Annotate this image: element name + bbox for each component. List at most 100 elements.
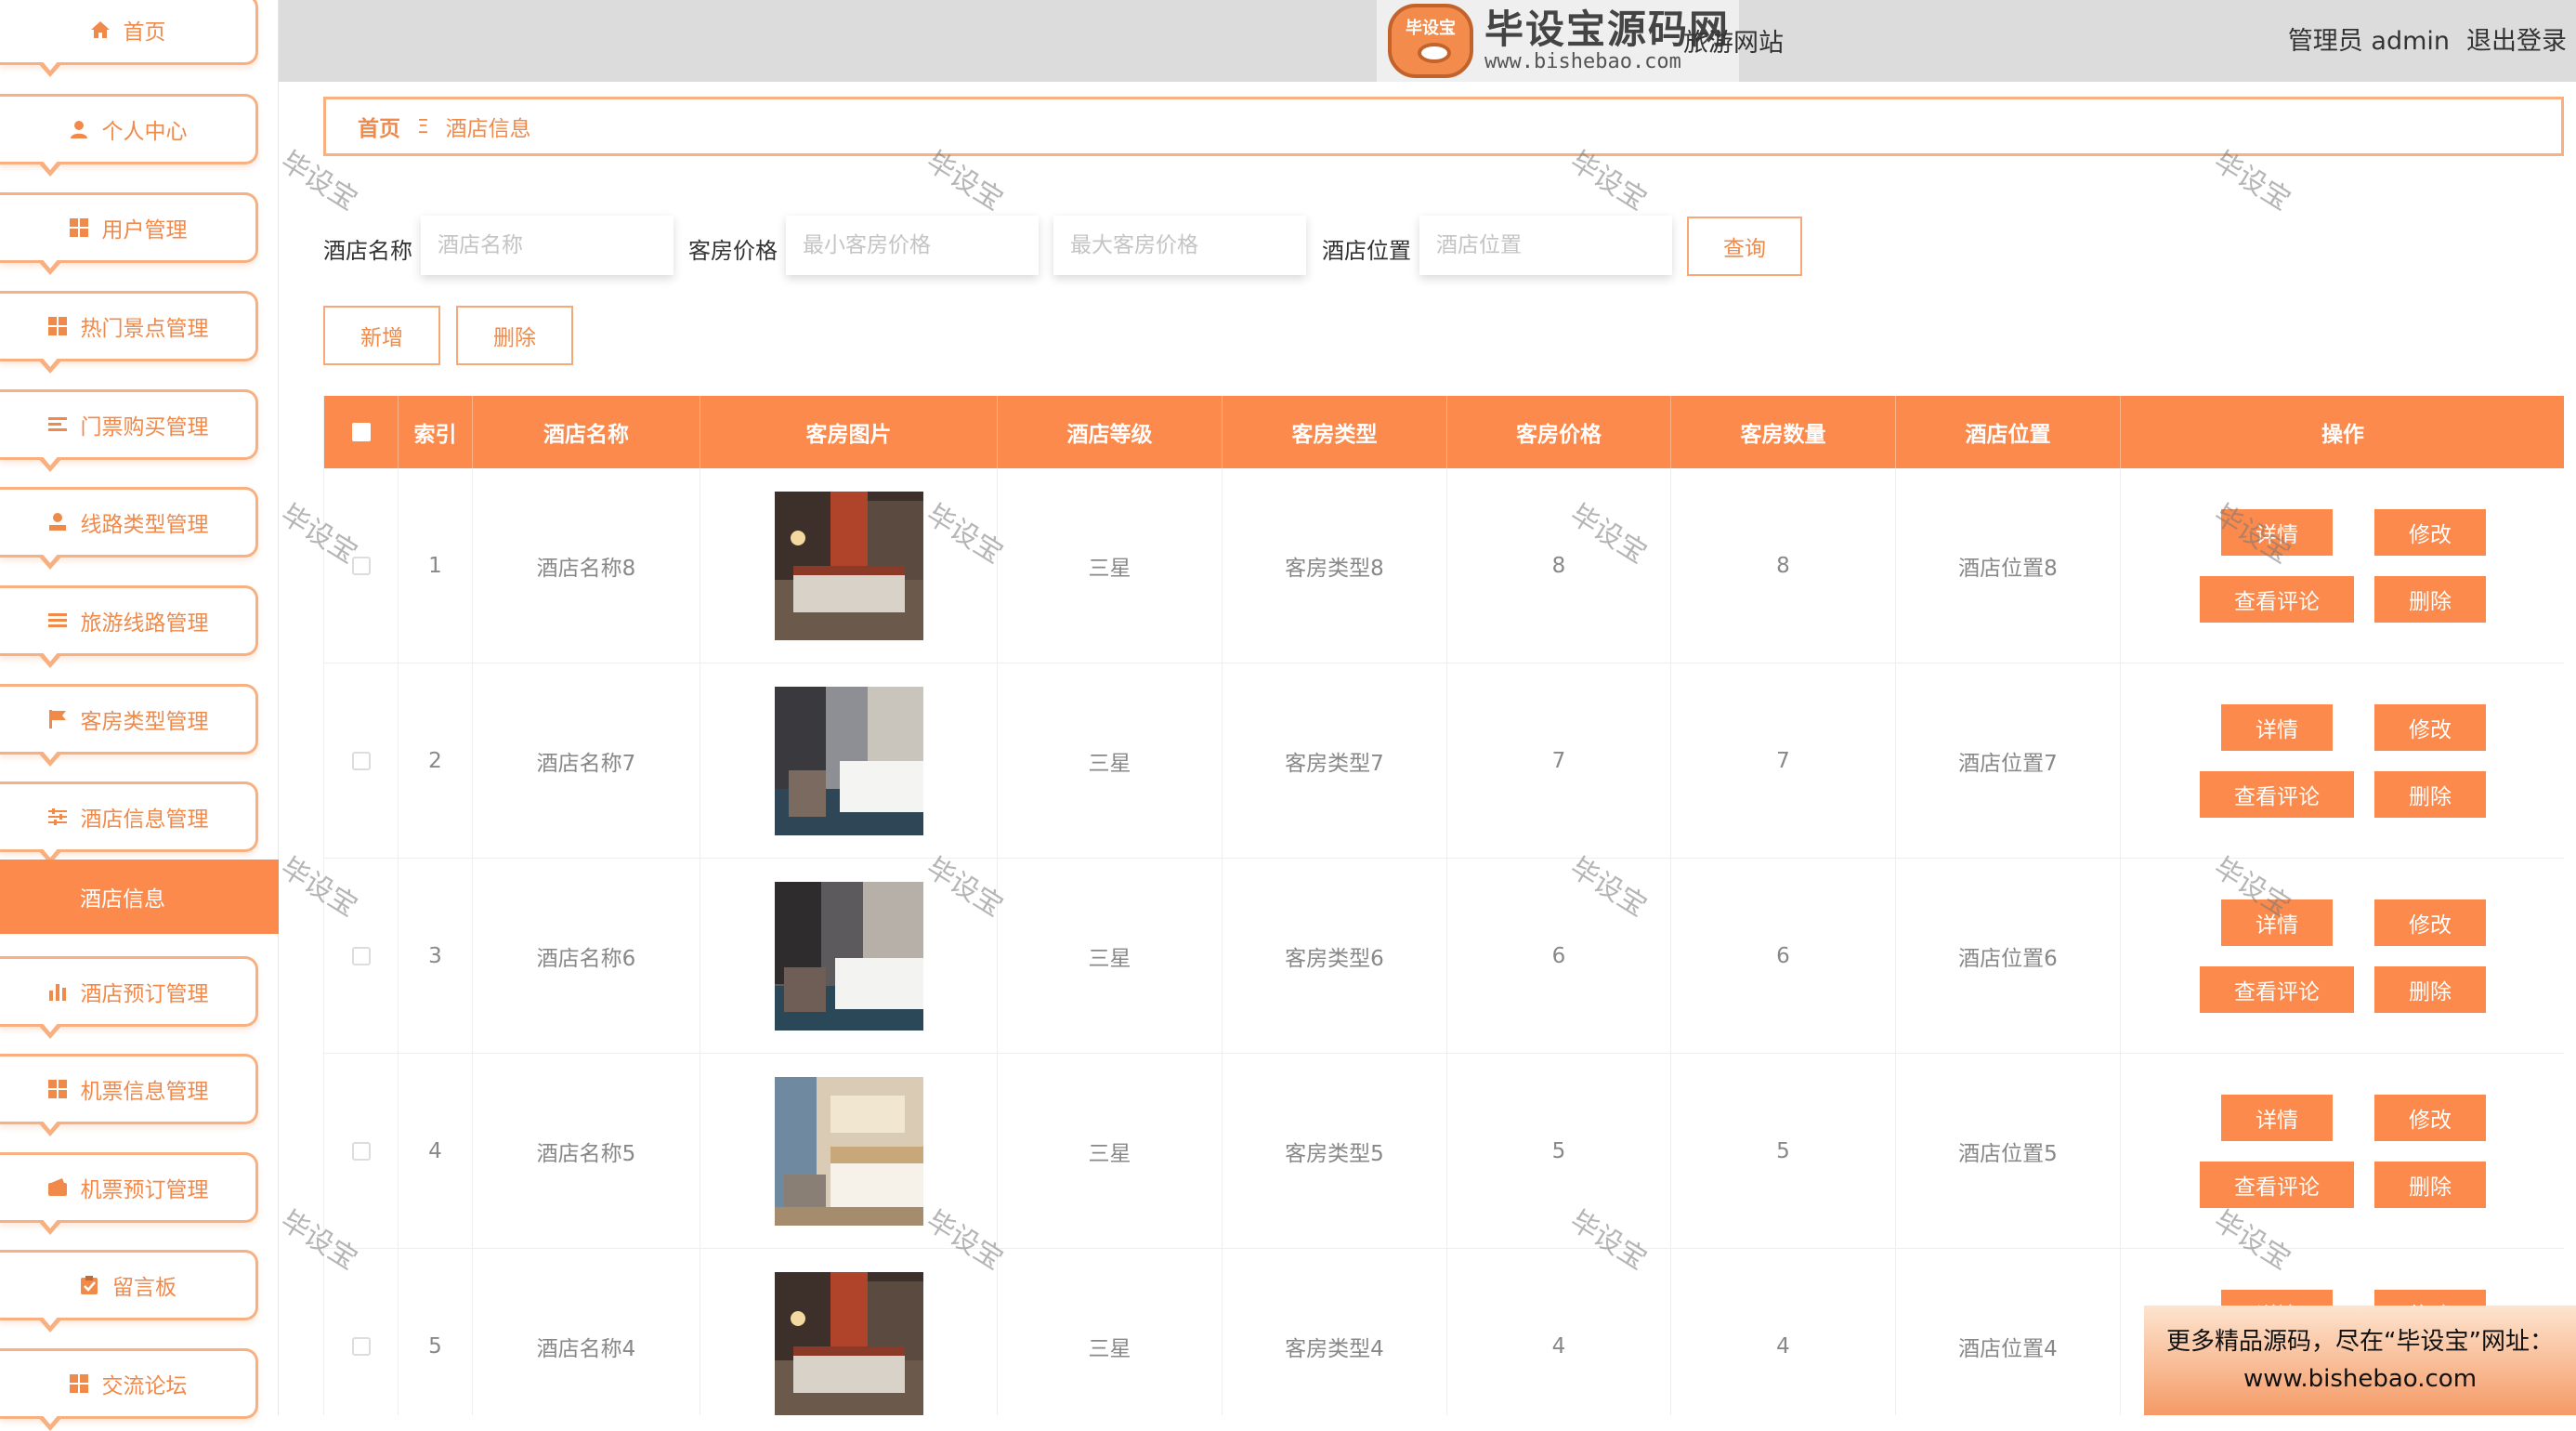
sidebar-item-label: 热门景点管理 — [80, 317, 209, 341]
logo-badge-text: 毕设宝 — [1406, 19, 1456, 38]
hotel-name-cell: 酒店名称6 — [473, 859, 700, 1054]
row-checkbox[interactable] — [351, 752, 371, 770]
hotel-location-cell: 酒店位置7 — [1896, 663, 2121, 859]
table-header: 索引 酒店名称 客房图片 酒店等级 客房类型 客房价格 客房数量 酒店位置 操作 — [324, 396, 2564, 468]
query-button[interactable]: 查询 — [1687, 217, 1802, 276]
column-header: 酒店名称 — [473, 396, 700, 468]
room-image[interactable] — [774, 882, 923, 1031]
detail-button[interactable]: 详情 — [2221, 1095, 2333, 1141]
detail-button[interactable]: 详情 — [2221, 704, 2333, 751]
sidebar-item-flight-booking[interactable]: 机票预订管理 — [0, 1152, 258, 1235]
sidebar-item-label: 首页 — [123, 20, 166, 45]
sidebar-item-routes[interactable]: 旅游线路管理 — [0, 585, 258, 668]
sidebar-item-route-types[interactable]: 线路类型管理 — [0, 487, 258, 570]
row-index: 4 — [399, 1054, 473, 1249]
room-count-cell: 6 — [1671, 859, 1896, 1054]
table-row: 3 酒店名称6 三星 客房类型6 6 6 酒店位置6 详情 修改 查看评论 删除 — [324, 859, 2564, 1054]
breadcrumb-home[interactable]: 首页 — [358, 111, 400, 142]
logo-badge-icon: 毕设宝 — [1388, 4, 1473, 78]
list-icon — [47, 414, 68, 435]
row-index: 1 — [399, 468, 473, 663]
sidebar-item-tickets[interactable]: 门票购买管理 — [0, 389, 258, 472]
room-type-cell: 客房类型5 — [1223, 1054, 1447, 1249]
sidebar-item-label: 个人中心 — [101, 120, 188, 144]
breadcrumb: 首页 Ξ 酒店信息 — [323, 97, 2564, 156]
view-comments-button[interactable]: 查看评论 — [2200, 771, 2354, 818]
sidebar-item-label: 机票预订管理 — [80, 1178, 209, 1202]
min-price-input[interactable] — [786, 216, 1039, 275]
column-header: 客房类型 — [1223, 396, 1447, 468]
hotel-name-cell: 酒店名称8 — [473, 468, 700, 663]
grid-icon — [69, 1373, 89, 1394]
room-price-cell: 4 — [1447, 1249, 1671, 1415]
max-price-input[interactable] — [1053, 216, 1306, 275]
sidebar-item-label: 用户管理 — [101, 218, 188, 243]
logout-link[interactable]: 退出登录 — [2466, 20, 2567, 57]
room-image[interactable] — [774, 1272, 923, 1415]
sidebar-item-guestbook[interactable]: 留言板 — [0, 1250, 258, 1333]
row-delete-button[interactable]: 删除 — [2374, 1162, 2486, 1208]
row-checkbox[interactable] — [351, 557, 371, 575]
table-row: 2 酒店名称7 三星 客房类型7 7 7 酒店位置7 详情 修改 查看评论 删除 — [324, 663, 2564, 859]
row-delete-button[interactable]: 删除 — [2374, 771, 2486, 818]
sidebar-subitem-hotel-info[interactable]: 酒店信息 — [0, 860, 279, 934]
grid-icon — [47, 316, 68, 336]
hotel-name-label: 酒店名称 — [323, 238, 412, 264]
room-type-cell: 客房类型6 — [1223, 859, 1447, 1054]
bulk-delete-button[interactable]: 删除 — [456, 306, 573, 365]
sidebar-item-flights[interactable]: 机票信息管理 — [0, 1054, 258, 1136]
select-all-checkbox[interactable] — [351, 423, 371, 441]
sidebar-item-profile[interactable]: 个人中心 — [0, 94, 258, 177]
promo-banner[interactable]: 更多精品源码，尽在“毕设宝”网址： www.bishebao.com — [2144, 1306, 2576, 1415]
row-actions: 详情 修改 查看评论 删除 — [2200, 704, 2486, 818]
view-comments-button[interactable]: 查看评论 — [2200, 966, 2354, 1013]
hotel-level-cell: 三星 — [998, 1054, 1223, 1249]
sidebar-item-forum[interactable]: 交流论坛 — [0, 1348, 258, 1431]
column-header: 酒店位置 — [1896, 396, 2121, 468]
column-header: 酒店等级 — [998, 396, 1223, 468]
hotel-location-cell: 酒店位置8 — [1896, 468, 2121, 663]
room-image[interactable] — [774, 687, 923, 835]
view-comments-button[interactable]: 查看评论 — [2200, 1162, 2354, 1208]
hotel-name-input[interactable] — [421, 216, 673, 275]
sidebar-item-label: 交流论坛 — [101, 1374, 188, 1398]
row-actions: 详情 修改 查看评论 删除 — [2200, 509, 2486, 623]
detail-button[interactable]: 详情 — [2221, 509, 2333, 556]
hotel-location-input[interactable] — [1419, 216, 1672, 275]
hotel-name-cell: 酒店名称7 — [473, 663, 700, 859]
sliders-icon — [47, 807, 68, 827]
edit-button[interactable]: 修改 — [2374, 509, 2486, 556]
room-image[interactable] — [774, 1077, 923, 1226]
hotel-name-cell: 酒店名称5 — [473, 1054, 700, 1249]
clipboard-icon — [79, 1275, 99, 1295]
detail-button[interactable]: 详情 — [2221, 899, 2333, 946]
sidebar-item-attractions[interactable]: 热门景点管理 — [0, 291, 258, 374]
sidebar-item-hotel-booking[interactable]: 酒店预订管理 — [0, 956, 258, 1039]
promo-line1: 更多精品源码，尽在“毕设宝”网址： — [2166, 1328, 2554, 1356]
sidebar-item-home[interactable]: 首页 — [0, 0, 258, 77]
row-delete-button[interactable]: 删除 — [2374, 576, 2486, 623]
add-button[interactable]: 新增 — [323, 306, 440, 365]
room-type-cell: 客房类型8 — [1223, 468, 1447, 663]
hotel-level-cell: 三星 — [998, 859, 1223, 1054]
edit-button[interactable]: 修改 — [2374, 704, 2486, 751]
room-price-label: 客房价格 — [688, 238, 778, 264]
view-comments-button[interactable]: 查看评论 — [2200, 576, 2354, 623]
room-image[interactable] — [774, 492, 923, 640]
column-header: 客房价格 — [1447, 396, 1671, 468]
sidebar: 首页 个人中心 用户管理 热门景点管理 门票购买管理 线路类型管理 旅游线路管理… — [0, 0, 279, 1431]
row-checkbox[interactable] — [351, 947, 371, 965]
sidebar-item-hotels[interactable]: 酒店信息管理 — [0, 781, 258, 864]
sidebar-item-label: 门票购买管理 — [80, 415, 209, 440]
sidebar-item-room-types[interactable]: 客房类型管理 — [0, 684, 258, 767]
edit-button[interactable]: 修改 — [2374, 1095, 2486, 1141]
flag-icon — [47, 709, 68, 729]
row-checkbox[interactable] — [351, 1142, 371, 1161]
hotel-location-cell: 酒店位置6 — [1896, 859, 2121, 1054]
row-delete-button[interactable]: 删除 — [2374, 966, 2486, 1013]
row-checkbox[interactable] — [351, 1337, 371, 1356]
hotel-location-label: 酒店位置 — [1322, 238, 1411, 264]
edit-button[interactable]: 修改 — [2374, 899, 2486, 946]
sidebar-item-users[interactable]: 用户管理 — [0, 192, 258, 275]
room-count-cell: 5 — [1671, 1054, 1896, 1249]
